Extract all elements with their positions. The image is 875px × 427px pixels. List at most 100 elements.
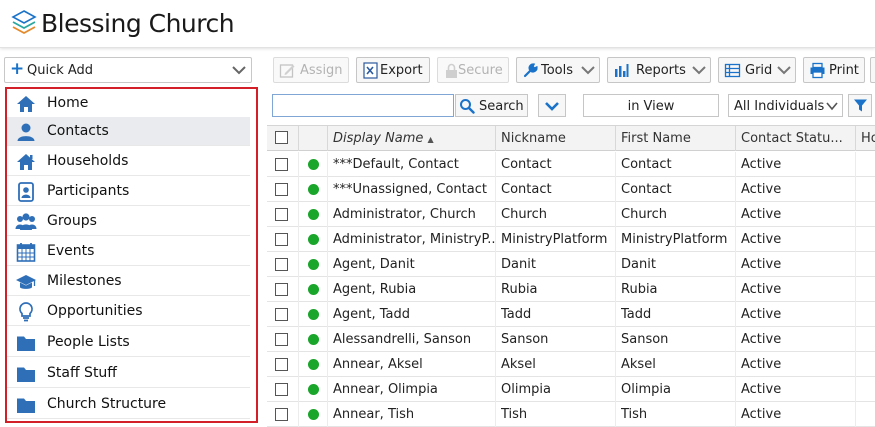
row-checkbox[interactable] (275, 158, 288, 171)
column-header-nickname[interactable]: Nickname (496, 126, 616, 151)
home-icon (17, 96, 35, 112)
folder-icon (17, 398, 35, 413)
table-row[interactable]: ***Default, Contact Contact Contact Active (267, 152, 875, 177)
cell-display-name: Annear, Olimpia (328, 377, 496, 402)
table-row[interactable]: Agent, Danit Danit Danit Active (267, 252, 875, 277)
cell-contact-status: Active (736, 202, 856, 227)
row-status-cell (299, 177, 328, 202)
table-row[interactable]: Alessandrelli, Sanson Sanson Sanson Active (267, 327, 875, 352)
column-header-contact-status[interactable]: Contact Statu... (736, 126, 856, 151)
cell-text: Aksel (501, 357, 536, 372)
cell-display-name: ***Default, Contact (328, 152, 496, 177)
row-status-cell (299, 302, 328, 327)
table-row[interactable]: Annear, Aksel Aksel Aksel Active (267, 352, 875, 377)
printer-icon (810, 62, 825, 79)
row-checkbox[interactable] (275, 333, 288, 346)
sidebar-item-people-lists[interactable]: People Lists (7, 328, 250, 357)
cell-text: Agent, Danit (333, 257, 415, 272)
sidebar-item-events[interactable]: Events (7, 237, 250, 266)
cell-text: Tish (501, 407, 528, 422)
sidebar-item-label: Staff Stuff (47, 365, 117, 381)
search-input[interactable] (272, 94, 454, 117)
cell-text: Active (741, 357, 782, 372)
sidebar-item-label: Groups (47, 213, 97, 229)
export-button[interactable]: Export (356, 57, 430, 83)
column-header-household[interactable]: Ho (856, 126, 875, 151)
cell-household (856, 277, 875, 302)
column-header-first-name[interactable]: First Name (616, 126, 736, 151)
assign-button[interactable]: Assign (273, 57, 349, 83)
row-select-cell (267, 302, 299, 327)
sidebar-item-participants[interactable]: Participants (7, 177, 250, 206)
table-row[interactable]: Agent, Tadd Tadd Tadd Active (267, 302, 875, 327)
cell-text: ***Unassigned, Contact (333, 182, 487, 197)
sidebar-item-groups[interactable]: Groups (7, 207, 250, 236)
lightbulb-icon (19, 302, 33, 322)
row-checkbox[interactable] (275, 383, 288, 396)
sidebar-item-label: Milestones (47, 273, 122, 289)
app-title[interactable]: Blessing Church (41, 9, 235, 38)
row-checkbox[interactable] (275, 183, 288, 196)
cell-household (856, 177, 875, 202)
row-status-cell (299, 227, 328, 252)
search-button[interactable]: Search (455, 94, 528, 117)
row-checkbox[interactable] (275, 408, 288, 421)
sidebar-item-contacts[interactable]: Contacts (7, 117, 250, 146)
cell-text: Church (621, 207, 668, 222)
tools-button[interactable]: Tools (516, 57, 600, 83)
grid-button[interactable]: Grid (718, 57, 796, 83)
sidebar-item-milestones[interactable]: Milestones (7, 267, 250, 296)
sidebar-item-label: Households (47, 153, 129, 169)
row-checkbox[interactable] (275, 283, 288, 296)
row-checkbox[interactable] (275, 233, 288, 246)
cell-text: Active (741, 332, 782, 347)
cell-text: Tadd (501, 307, 532, 322)
sidebar-item-opportunities[interactable]: Opportunities (7, 297, 250, 326)
cell-text: MinistryPlatform (621, 232, 728, 247)
row-checkbox[interactable] (275, 258, 288, 271)
row-checkbox[interactable] (275, 208, 288, 221)
cell-contact-status: Active (736, 177, 856, 202)
column-label: First Name (621, 131, 691, 146)
column-header-display-name[interactable]: Display Name ▲ (328, 126, 496, 151)
expand-search-button[interactable] (538, 94, 566, 117)
more-toolbar-button[interactable] (870, 57, 875, 83)
table-row[interactable]: Annear, Tish Tish Tish Active (267, 402, 875, 427)
chevron-down-icon (545, 102, 559, 111)
view-select[interactable]: All Individuals (728, 94, 843, 117)
sidebar-item-staff-stuff[interactable]: Staff Stuff (7, 359, 250, 388)
reports-button[interactable]: Reports (607, 57, 711, 83)
export-label: Export (380, 63, 423, 78)
row-select-cell (267, 377, 299, 402)
cell-first-name: MinistryPlatform (616, 227, 736, 252)
sidebar-item-home[interactable]: Home (7, 89, 250, 118)
cell-first-name: Aksel (616, 352, 736, 377)
print-button[interactable]: Print (803, 57, 865, 83)
secure-button[interactable]: Secure (437, 57, 509, 83)
contacts-grid: Display Name ▲ Nickname First Name Conta… (267, 125, 875, 427)
cell-contact-status: Active (736, 377, 856, 402)
cell-nickname: Contact (496, 177, 616, 202)
active-status-dot (308, 159, 319, 170)
table-row[interactable]: Agent, Rubia Rubia Rubia Active (267, 277, 875, 302)
cell-first-name: Contact (616, 177, 736, 202)
table-row[interactable]: ***Unassigned, Contact Contact Contact Acti… (267, 177, 875, 202)
row-checkbox[interactable] (275, 358, 288, 371)
quick-add-dropdown[interactable]: + Quick Add (4, 57, 252, 83)
contact-icon (17, 123, 35, 141)
in-view-button[interactable]: in View (583, 94, 719, 117)
cell-contact-status: Active (736, 277, 856, 302)
sidebar-item-label: Events (47, 243, 95, 259)
active-status-dot (308, 259, 319, 270)
table-row[interactable]: Administrator, MinistryP... MinistryPlatf… (267, 227, 875, 252)
reports-label: Reports (636, 63, 686, 78)
row-checkbox[interactable] (275, 308, 288, 321)
sidebar-item-church-structure[interactable]: Church Structure (7, 390, 250, 419)
table-row[interactable]: Administrator, Church Church Church Active (267, 202, 875, 227)
cell-text: Annear, Olimpia (333, 382, 438, 397)
filter-button[interactable] (848, 94, 872, 117)
select-all-checkbox[interactable] (275, 131, 288, 144)
cell-first-name: Rubia (616, 277, 736, 302)
sidebar-item-households[interactable]: Households (7, 147, 250, 176)
table-row[interactable]: Annear, Olimpia Olimpia Olimpia Active (267, 377, 875, 402)
